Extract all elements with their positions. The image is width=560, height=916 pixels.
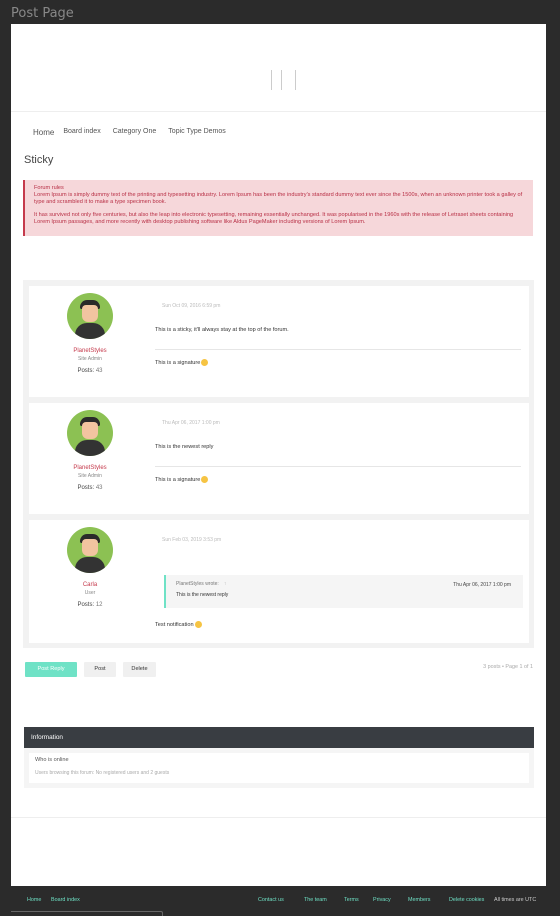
online-users-text: Users browsing this forum: No registered…: [35, 770, 170, 776]
post-author: PlanetStyles Site Admin Posts: 43: [49, 465, 131, 491]
avatar[interactable]: [67, 410, 113, 456]
footer-home-link[interactable]: Home: [27, 897, 41, 903]
delete-button[interactable]: Delete: [123, 662, 156, 677]
footer-privacy-link[interactable]: Privacy: [373, 897, 391, 903]
page-title[interactable]: Sticky: [24, 154, 53, 166]
logo-icon[interactable]: [271, 70, 301, 92]
scrollbar[interactable]: [11, 911, 163, 916]
post-text: Test notification: [155, 621, 202, 628]
avatar[interactable]: [67, 293, 113, 339]
smile-emoji-icon: [201, 359, 209, 366]
avatar[interactable]: [67, 527, 113, 573]
forum-rules: Forum rules Lorem Ipsum is simply dummy …: [23, 180, 533, 236]
forum-rules-text-1: Lorem Ipsum is simply dummy text of the …: [34, 192, 523, 205]
author-post-count: Posts: 43: [77, 368, 103, 374]
quote-date: Thu Apr 06, 2017 1:00 pm: [453, 582, 511, 588]
page-content: Home Board index Category One Topic Type…: [11, 24, 546, 886]
footer-terms-link[interactable]: Terms: [344, 897, 359, 903]
site-header: [11, 24, 546, 112]
post-date[interactable]: Thu Apr 06, 2017 1:00 pm: [162, 420, 220, 426]
post-reply-button[interactable]: Post Reply: [25, 662, 77, 677]
footer-board-index-link[interactable]: Board index: [51, 897, 80, 903]
post-signature: This is a signature: [155, 476, 209, 483]
post-list: PlanetStyles Site Admin Posts: 43 Sun Oc…: [23, 280, 534, 648]
nav-board-index[interactable]: Board index: [63, 128, 100, 137]
quote-text: This is the newest reply: [176, 592, 229, 598]
footer: Home Board index Contact us The team Ter…: [11, 887, 546, 911]
footer-contact-link[interactable]: Contact us: [258, 897, 284, 903]
nav-home[interactable]: Home: [33, 128, 54, 137]
pagination: 3 posts • Page 1 of 1: [483, 664, 533, 670]
forum-rules-heading: Forum rules: [34, 185, 64, 191]
author-rank: Site Admin: [78, 356, 102, 362]
post-text: This is a sticky, it'll always stay at t…: [155, 327, 289, 333]
signature-divider: [155, 466, 521, 467]
who-is-online[interactable]: Who is online: [35, 757, 523, 763]
post-text: This is the newest reply: [155, 444, 214, 450]
post-author: Carla User Posts: 12: [49, 582, 131, 608]
signature-divider: [155, 349, 521, 350]
post-item: Carla User Posts: 12 Sun Feb 03, 2019 3:…: [29, 520, 529, 643]
footer-team-link[interactable]: The team: [304, 897, 327, 903]
post-signature: This is a signature: [155, 359, 209, 366]
quote-block: PlanetStyles wrote: ↑ Thu Apr 06, 2017 1:…: [164, 575, 523, 608]
post-author: PlanetStyles Site Admin Posts: 43: [49, 348, 131, 374]
smile-emoji-icon: [194, 621, 202, 628]
post-item: PlanetStyles Site Admin Posts: 43 Thu Ap…: [29, 403, 529, 514]
smile-emoji-icon: [201, 476, 209, 483]
divider: [11, 817, 546, 818]
information-panel: Who is online Users browsing this forum:…: [24, 748, 534, 788]
topic-actions: Post Reply Post Delete: [25, 662, 163, 677]
information-header: Information: [24, 727, 534, 748]
post-date[interactable]: Sun Oct 09, 2016 6:59 pm: [162, 303, 220, 309]
post-item: PlanetStyles Site Admin Posts: 43 Sun Oc…: [29, 286, 529, 397]
arrow-up-icon[interactable]: ↑: [224, 581, 227, 587]
author-rank: User: [84, 590, 96, 596]
nav-topic-type-demos[interactable]: Topic Type Demos: [168, 128, 225, 137]
footer-delete-cookies-link[interactable]: Delete cookies: [449, 897, 484, 903]
author-post-count: Posts: 12: [77, 602, 103, 608]
post-button[interactable]: Post: [84, 662, 116, 677]
quote-wrote: wrote:: [205, 581, 219, 587]
quote-author[interactable]: PlanetStyles: [176, 581, 204, 587]
window-title: Post Page: [11, 6, 74, 21]
breadcrumb: Home Board index Category One Topic Type…: [33, 128, 238, 137]
nav-category-one[interactable]: Category One: [113, 128, 157, 137]
footer-timezone: All times are UTC: [494, 897, 537, 903]
author-name[interactable]: PlanetStyles: [49, 465, 131, 471]
footer-members-link[interactable]: Members: [408, 897, 430, 903]
author-name[interactable]: Carla: [49, 582, 131, 588]
author-rank: Site Admin: [78, 473, 102, 479]
author-post-count: Posts: 43: [77, 485, 103, 491]
author-name[interactable]: PlanetStyles: [49, 348, 131, 354]
forum-rules-text-2: It has survived not only five centuries,…: [34, 212, 514, 225]
post-date[interactable]: Sun Feb 03, 2019 3:53 pm: [162, 537, 221, 543]
